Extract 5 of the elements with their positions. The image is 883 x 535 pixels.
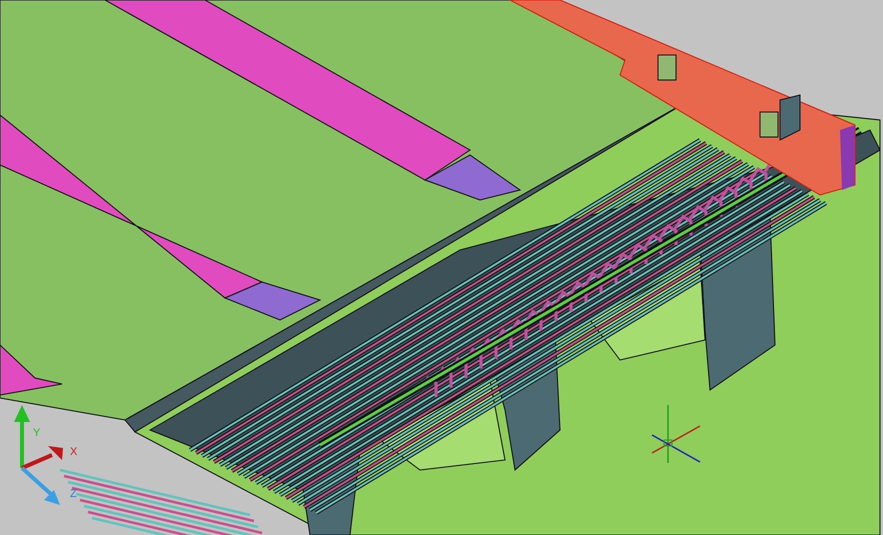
axis-label: Z [70,489,77,500]
axis-label: X [70,447,78,458]
ucs-axes-icon [14,405,63,505]
axis-label: Y [33,428,40,439]
crosshair-axes-icon [652,405,700,463]
